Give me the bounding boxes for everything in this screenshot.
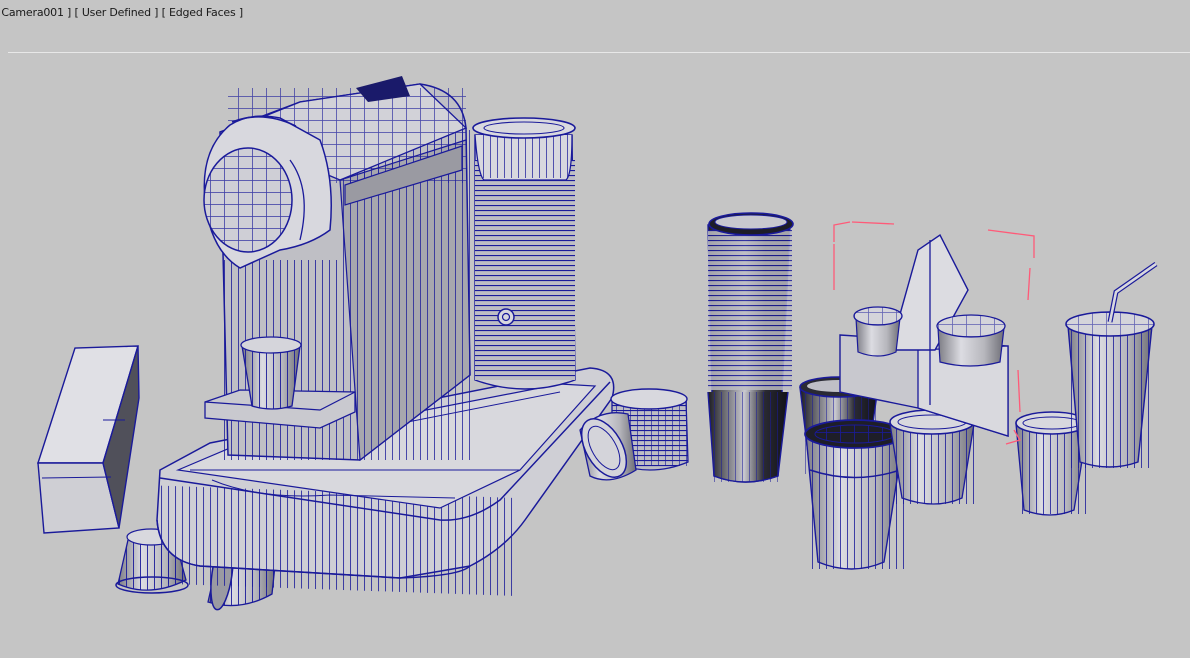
drink-cup-with-straw[interactable] [1065, 261, 1158, 468]
capsule-box[interactable] [37, 345, 140, 534]
3d-viewport[interactable]: [ Camera001 ] [ User Defined ] [ Edged F… [0, 0, 1190, 658]
paper-cup[interactable] [889, 409, 975, 505]
scene-render [37, 76, 1158, 611]
milk-frother[interactable] [472, 117, 576, 390]
cup-stack[interactable] [707, 212, 794, 483]
